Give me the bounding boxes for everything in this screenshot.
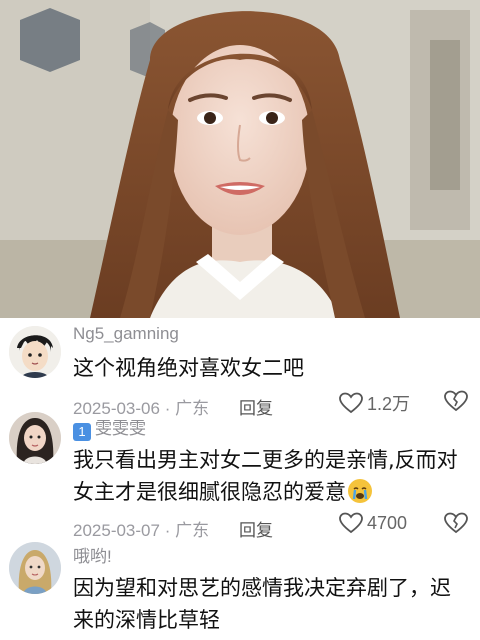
video-frame[interactable] [0,0,480,318]
comment-item: 1 雯雯雯 我只看出男主对女二更多的是亲情,反而对 女主才是很细腻很隐忍的爱意 2… [0,410,480,540]
like-count: 4700 [367,512,408,533]
blonde-photo-avatar-icon [9,542,61,594]
comment-text: 因为望和对思艺的感情我决定弃剧了，迟 来的深情比草轻 [73,572,471,636]
girl-photo-avatar-icon [9,412,61,464]
video-still-illustration [0,0,480,318]
broken-heart-icon [444,512,468,534]
comment-text-line: 我只看出男主对女二更多的是亲情,反而对 [73,448,458,472]
comment-text-line: 女主才是很细腻很隐忍的爱意 [73,480,346,504]
broken-heart-icon [444,390,468,412]
like-button[interactable]: 4700 [339,512,407,534]
avatar[interactable] [9,542,61,594]
comment-item: Ng5_gamning 这个视角绝对喜欢女二吧 2025-03-06 · 广东 … [0,318,480,418]
avatar[interactable] [9,412,61,464]
comment-username[interactable]: 雯雯雯 [95,419,146,438]
comment-text-line: 来的深情比草轻 [73,608,220,632]
anime-avatar-icon [9,326,61,378]
heart-outline-icon [339,512,363,534]
comment-item: 哦哟! 因为望和对思艺的感情我决定弃剧了，迟 来的深情比草轻 [0,538,480,640]
comment-username[interactable]: 哦哟! [73,542,112,567]
dislike-button[interactable] [444,512,468,539]
avatar[interactable] [9,326,61,378]
comment-username[interactable]: Ng5_gamning [73,324,179,344]
comment-username-row: 1 雯雯雯 [73,414,146,441]
comment-text: 这个视角绝对喜欢女二吧 [73,356,304,380]
comment-text-line: 因为望和对思艺的感情我决定弃剧了，迟 [73,576,451,600]
comment-text: 我只看出男主对女二更多的是亲情,反而对 女主才是很细腻很隐忍的爱意 [73,444,471,508]
crying-face-icon [348,479,372,503]
rank-badge: 1 [73,423,91,441]
